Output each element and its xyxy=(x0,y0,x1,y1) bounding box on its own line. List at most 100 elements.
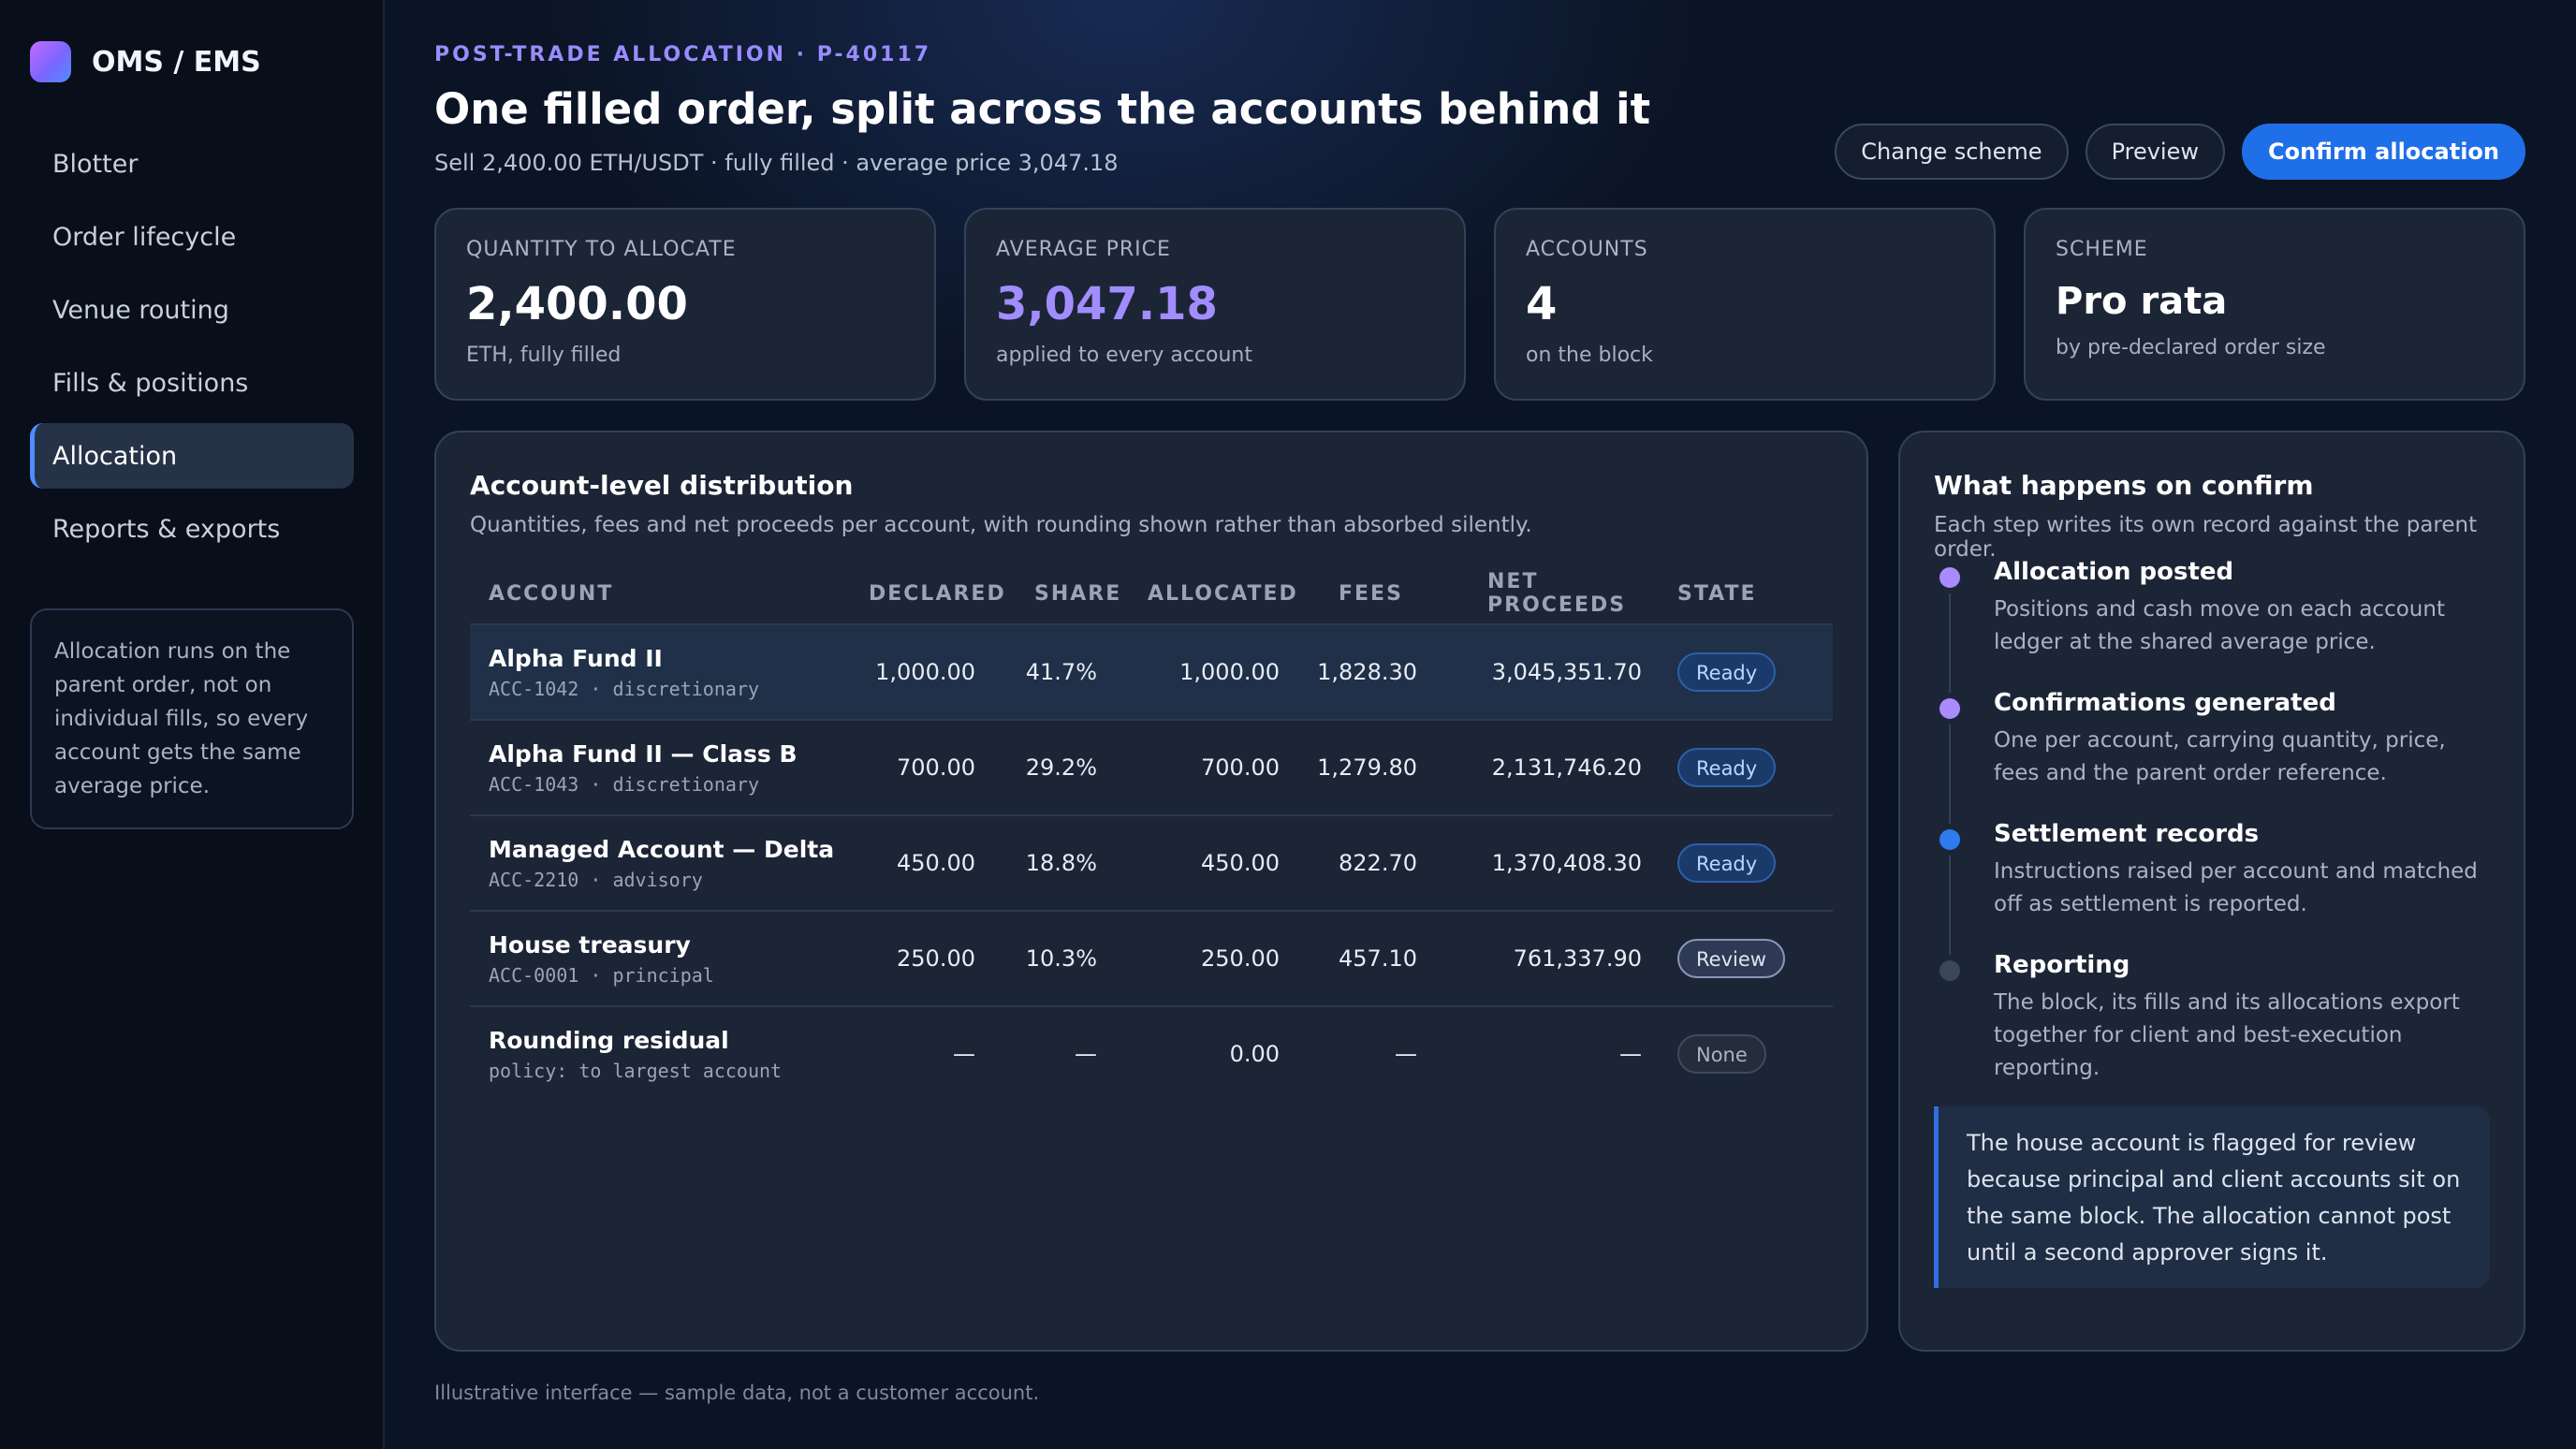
step-dot-icon xyxy=(1939,698,1960,719)
account-cell: Rounding residual policy: to largest acc… xyxy=(470,1027,840,1082)
column-header-share[interactable]: SHARE xyxy=(975,582,1120,606)
column-header-net-proceeds[interactable]: NET PROCEEDS xyxy=(1417,570,1642,617)
net-proceeds-cell: 1,370,408.30 xyxy=(1491,850,1642,876)
step-title: Settlement records xyxy=(1994,820,2260,848)
net-proceeds-cell: 761,337.90 xyxy=(1513,945,1642,972)
step-item: Reporting The block, its fills and its a… xyxy=(1934,951,2490,1082)
share-cell: 29.2% xyxy=(1025,754,1097,781)
column-header-account[interactable]: ACCOUNT xyxy=(470,582,840,606)
page-eyebrow: POST-TRADE ALLOCATION · P-40117 xyxy=(434,43,932,66)
step-title: Allocation posted xyxy=(1994,558,2234,586)
fees-cell: 822.70 xyxy=(1339,850,1417,876)
status-badge: Ready xyxy=(1677,652,1777,692)
account-cell: Alpha Fund II ACC-1042 · discretionary xyxy=(470,645,840,700)
step-title: Confirmations generated xyxy=(1994,689,2336,717)
table-row[interactable]: House treasury ACC-0001 · principal 250.… xyxy=(470,912,1833,1007)
declared-cell: 700.00 xyxy=(897,754,975,781)
account-meta: policy: to largest account xyxy=(489,1059,783,1082)
step-dot-icon xyxy=(1939,960,1960,981)
allocated-cell: 0.00 xyxy=(1229,1041,1280,1067)
stat-note: on the block xyxy=(1526,344,1653,367)
sidebar-item-reports-exports[interactable]: Reports & exports xyxy=(30,496,354,562)
net-proceeds-cell: — xyxy=(1619,1041,1642,1067)
confirm-subtitle: Each step writes its own record against … xyxy=(1934,513,2478,562)
declared-cell: — xyxy=(953,1041,975,1067)
stat-note: ETH, fully filled xyxy=(466,344,622,367)
sidebar-item-blotter[interactable]: Blotter xyxy=(30,131,354,197)
status-badge: Ready xyxy=(1677,843,1777,883)
declared-cell: 1,000.00 xyxy=(875,659,975,685)
brand-logo-icon xyxy=(30,41,71,82)
account-name: House treasury xyxy=(489,930,691,959)
state-cell: Ready xyxy=(1642,652,1833,692)
account-cell: Alpha Fund II — Class B ACC-1043 · discr… xyxy=(470,740,840,796)
stat-card-accounts: ACCOUNTS 4 on the block xyxy=(1494,208,1996,401)
table-row[interactable]: Rounding residual policy: to largest acc… xyxy=(470,1007,1833,1101)
stat-label: ACCOUNTS xyxy=(1526,238,1648,261)
stat-card-scheme: SCHEME Pro rata by pre-declared order si… xyxy=(2024,208,2525,401)
sidebar-note: Allocation runs on the parent order, not… xyxy=(30,608,354,829)
preview-button[interactable]: Preview xyxy=(2085,124,2225,180)
allocated-cell: 1,000.00 xyxy=(1179,659,1280,685)
state-cell: Review xyxy=(1642,939,1833,978)
column-header-state[interactable]: STATE xyxy=(1642,582,1833,606)
share-cell: 10.3% xyxy=(1025,945,1097,972)
review-callout: The house account is flagged for review … xyxy=(1934,1106,2490,1288)
sidebar-nav: Blotter Order lifecycle Venue routing Fi… xyxy=(30,131,354,569)
account-name: Managed Account — Delta xyxy=(489,835,835,863)
allocated-cell: 250.00 xyxy=(1201,945,1280,972)
share-cell: 18.8% xyxy=(1025,850,1097,876)
stat-card-quantity: QUANTITY TO ALLOCATE 2,400.00 ETH, fully… xyxy=(434,208,936,401)
stat-note: applied to every account xyxy=(996,344,1253,367)
summary-stats: QUANTITY TO ALLOCATE 2,400.00 ETH, fully… xyxy=(434,208,2525,401)
confirm-allocation-button[interactable]: Confirm allocation xyxy=(2241,124,2525,180)
table-row[interactable]: Alpha Fund II ACC-1042 · discretionary 1… xyxy=(470,625,1833,721)
stat-value: 3,047.18 xyxy=(996,278,1218,330)
column-header-declared[interactable]: DECLARED xyxy=(840,582,1004,606)
account-meta: ACC-1042 · discretionary xyxy=(489,677,759,700)
account-name: Alpha Fund II — Class B xyxy=(489,739,798,768)
allocated-cell: 450.00 xyxy=(1201,850,1280,876)
state-cell: Ready xyxy=(1642,843,1833,883)
account-meta: ACC-0001 · principal xyxy=(489,963,714,987)
confirm-title: What happens on confirm xyxy=(1934,470,2314,501)
status-badge: Review xyxy=(1677,939,1785,978)
account-name: Rounding residual xyxy=(489,1026,729,1054)
table-row[interactable]: Managed Account — Delta ACC-2210 · advis… xyxy=(470,816,1833,912)
brand-name: OMS / EMS xyxy=(92,45,261,79)
step-item: Confirmations generated One per account,… xyxy=(1934,689,2490,824)
fees-cell: 1,828.30 xyxy=(1317,659,1417,685)
sidebar-item-order-lifecycle[interactable]: Order lifecycle xyxy=(30,204,354,270)
stat-label: SCHEME xyxy=(2056,238,2148,261)
column-header-allocated[interactable]: ALLOCATED xyxy=(1097,582,1296,606)
declared-cell: 450.00 xyxy=(897,850,975,876)
page-subtitle: Sell 2,400.00 ETH/USDT · fully filled · … xyxy=(434,150,1119,176)
sidebar-item-fills-positions[interactable]: Fills & positions xyxy=(30,350,354,416)
sidebar: OMS / EMS Blotter Order lifecycle Venue … xyxy=(0,0,385,1449)
change-scheme-button[interactable]: Change scheme xyxy=(1835,124,2069,180)
account-cell: House treasury ACC-0001 · principal xyxy=(470,931,840,987)
stat-card-average-price: AVERAGE PRICE 3,047.18 applied to every … xyxy=(964,208,1466,401)
footnote: Illustrative interface — sample data, no… xyxy=(434,1382,1040,1404)
fees-cell: — xyxy=(1395,1041,1417,1067)
account-meta: ACC-2210 · advisory xyxy=(489,868,703,891)
step-connector xyxy=(1949,856,1951,955)
distribution-title: Account-level distribution xyxy=(470,470,854,501)
account-meta: ACC-1043 · discretionary xyxy=(489,772,759,796)
distribution-panel: Account-level distribution Quantities, f… xyxy=(434,431,1868,1352)
stat-label: QUANTITY TO ALLOCATE xyxy=(466,238,737,261)
table-row[interactable]: Alpha Fund II — Class B ACC-1043 · discr… xyxy=(470,721,1833,816)
step-description: Positions and cash move on each account … xyxy=(1994,597,2445,654)
distribution-subtitle: Quantities, fees and net proceeds per ac… xyxy=(470,513,1532,537)
sidebar-item-allocation[interactable]: Allocation xyxy=(30,423,354,489)
brand[interactable]: OMS / EMS xyxy=(30,41,261,82)
header-actions: Change scheme Preview Confirm allocation xyxy=(1835,124,2525,180)
sidebar-item-venue-routing[interactable]: Venue routing xyxy=(30,277,354,343)
declared-cell: 250.00 xyxy=(897,945,975,972)
stat-value: 4 xyxy=(1526,278,1558,330)
confirm-steps: Allocation posted Positions and cash mov… xyxy=(1934,558,2490,1082)
net-proceeds-cell: 2,131,746.20 xyxy=(1491,754,1642,781)
column-header-fees[interactable]: FEES xyxy=(1280,582,1417,606)
stat-label: AVERAGE PRICE xyxy=(996,238,1171,261)
step-dot-icon xyxy=(1939,567,1960,588)
